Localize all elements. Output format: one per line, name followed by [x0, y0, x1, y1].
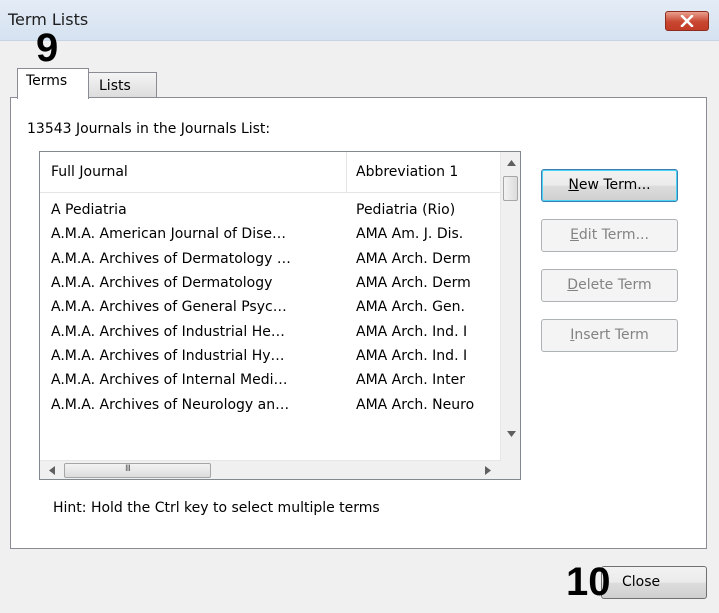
close-x-icon: [680, 15, 694, 27]
cell-full-journal: A.M.A. Archives of Dermatology: [51, 275, 273, 291]
cell-abbreviation: AMA Arch. Ind. I: [356, 324, 468, 340]
tab-lists-label: Lists: [99, 78, 131, 94]
scroll-down-arrow-icon[interactable]: [507, 431, 516, 437]
journal-list[interactable]: Full Journal Abbreviation 1 A Pediatria …: [39, 151, 521, 480]
close-button-label: Close: [622, 574, 661, 590]
scroll-up-arrow-icon[interactable]: [507, 160, 516, 166]
annotation-badge-9: 9: [36, 26, 59, 70]
insert-term-button[interactable]: Insert Term: [541, 319, 678, 352]
cell-abbreviation: AMA Arch. Gen.: [356, 299, 465, 315]
cell-full-journal: A.M.A. American Journal of Dise…: [51, 226, 287, 242]
table-row[interactable]: A.M.A. Archives of Industrial Hy… AMA Ar…: [40, 346, 500, 370]
title-bar: Term Lists: [0, 0, 719, 41]
table-row[interactable]: A Pediatria Pediatria (Rio): [40, 200, 500, 224]
cell-full-journal: A.M.A. Archives of Neurology an…: [51, 397, 290, 413]
cell-abbreviation: AMA Arch. Ind. I: [356, 348, 468, 364]
cell-full-journal: A.M.A. Archives of Internal Medi…: [51, 372, 288, 388]
vertical-scroll-thumb[interactable]: [503, 176, 518, 201]
column-header-full-journal[interactable]: Full Journal: [51, 164, 128, 180]
cell-abbreviation: AMA Arch. Derm: [356, 275, 471, 291]
vertical-scrollbar[interactable]: [500, 152, 520, 461]
cell-abbreviation: AMA Arch. Neuro: [356, 397, 475, 413]
table-row[interactable]: A.M.A. Archives of Dermatology … AMA Arc…: [40, 249, 500, 273]
table-row[interactable]: A.M.A. Archives of Dermatology AMA Arch.…: [40, 273, 500, 297]
cell-full-journal: A Pediatria: [51, 202, 127, 218]
new-term-button[interactable]: New Term...: [541, 169, 678, 202]
table-row[interactable]: A.M.A. American Journal of Dise… AMA Am.…: [40, 224, 500, 248]
edit-term-button[interactable]: Edit Term...: [541, 219, 678, 252]
scrollbar-corner: [500, 461, 520, 479]
tab-terms[interactable]: Terms: [17, 68, 89, 99]
annotation-badge-10: 10: [566, 560, 611, 604]
cell-abbreviation: AMA Arch. Inter: [356, 372, 466, 388]
cell-abbreviation: Pediatria (Rio): [356, 202, 456, 218]
horizontal-scrollbar[interactable]: III: [40, 460, 500, 479]
table-row[interactable]: A.M.A. Archives of General Psyc… AMA Arc…: [40, 297, 500, 321]
hint-text: Hint: Hold the Ctrl key to select multip…: [53, 500, 380, 516]
cell-full-journal: A.M.A. Archives of Dermatology …: [51, 251, 291, 267]
column-header-abbreviation-1[interactable]: Abbreviation 1: [356, 164, 458, 180]
table-row[interactable]: A.M.A. Archives of Neurology an… AMA Arc…: [40, 395, 500, 419]
tab-lists[interactable]: Lists: [88, 72, 157, 98]
close-button[interactable]: Close: [601, 566, 707, 599]
journal-count-label: 13543 Journals in the Journals List:: [27, 121, 271, 137]
window-close-button[interactable]: [665, 11, 709, 31]
column-divider[interactable]: [346, 152, 347, 192]
cell-full-journal: A.M.A. Archives of Industrial Hy…: [51, 348, 285, 364]
cell-abbreviation: AMA Arch. Derm: [356, 251, 471, 267]
scroll-left-arrow-icon[interactable]: [49, 466, 55, 475]
list-header: Full Journal Abbreviation 1: [40, 152, 500, 193]
cell-full-journal: A.M.A. Archives of General Psyc…: [51, 299, 287, 315]
scroll-grip-icon: III: [125, 464, 131, 474]
cell-abbreviation: AMA Am. J. Dis.: [356, 226, 464, 242]
cell-full-journal: A.M.A. Archives of Industrial He…: [51, 324, 285, 340]
horizontal-scroll-thumb[interactable]: III: [64, 463, 211, 478]
table-row[interactable]: A.M.A. Archives of Internal Medi… AMA Ar…: [40, 370, 500, 394]
tab-terms-label: Terms: [26, 73, 68, 89]
table-row[interactable]: A.M.A. Archives of Industrial He… AMA Ar…: [40, 322, 500, 346]
delete-term-button[interactable]: Delete Term: [541, 269, 678, 302]
scroll-right-arrow-icon[interactable]: [485, 466, 491, 475]
